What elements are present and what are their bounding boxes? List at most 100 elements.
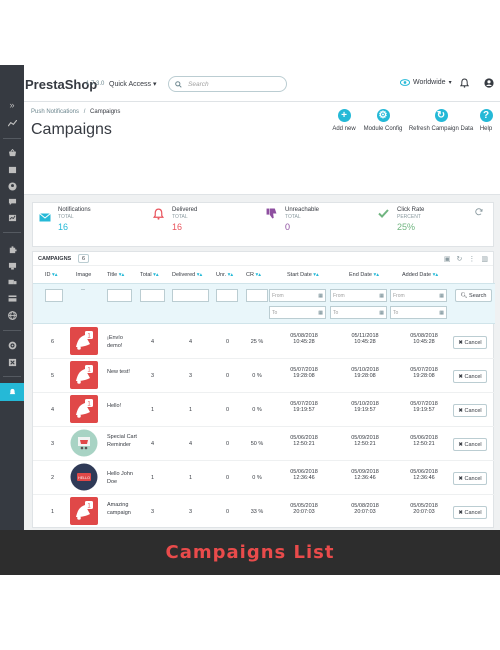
collapse-menu-icon[interactable]: » bbox=[0, 97, 24, 113]
campaign-image: HELLO bbox=[70, 463, 98, 491]
messages-icon[interactable] bbox=[0, 194, 24, 210]
end-time: 10:45:28 bbox=[354, 339, 376, 345]
cancel-button[interactable]: ✖ Cancel bbox=[453, 438, 487, 451]
table-row[interactable]: 1 1 Amazing campaign 3 3 0 33 % 05/05/2018 20:07… bbox=[33, 495, 495, 529]
column-header-title[interactable]: Title ▾▴ bbox=[107, 272, 124, 278]
table-row[interactable]: 2 HELLO Hello John Doe 1 1 0 0 % 05/06/2018 12:3… bbox=[33, 461, 495, 495]
modules-icon[interactable] bbox=[0, 241, 24, 257]
calendar-icon[interactable]: ▦ bbox=[439, 307, 444, 319]
start-time: 19:28:08 bbox=[293, 373, 315, 379]
shop-selector[interactable]: Worldwide ▾ bbox=[400, 79, 452, 86]
search-input[interactable]: Search bbox=[168, 76, 287, 92]
kpi-value: 0 bbox=[285, 222, 291, 232]
cell-title[interactable]: Hello! bbox=[107, 403, 137, 411]
calendar-icon[interactable]: ▦ bbox=[318, 307, 323, 319]
calendar-icon[interactable]: ▦ bbox=[379, 307, 384, 319]
filter-delivered-input[interactable] bbox=[172, 289, 209, 302]
top-bar: PrestaShop 1.7.3.0 Quick Access ▾ Search… bbox=[0, 65, 500, 102]
calendar-icon[interactable]: ▦ bbox=[379, 290, 384, 302]
cell-title[interactable]: Hello John Doe bbox=[107, 471, 137, 486]
international-icon[interactable] bbox=[0, 307, 24, 323]
cancel-button[interactable]: ✖ Cancel bbox=[453, 506, 487, 519]
filter-id-input[interactable] bbox=[45, 289, 63, 302]
cancel-button[interactable]: ✖ Cancel bbox=[453, 472, 487, 485]
sort-arrows-icon: ▾▴ bbox=[196, 272, 203, 278]
module-config-label: Module Config bbox=[363, 126, 403, 132]
breadcrumb-parent[interactable]: Push Notifications bbox=[31, 109, 79, 115]
breadcrumb-current: Campaigns bbox=[90, 109, 121, 115]
end-time: 12:36:46 bbox=[354, 475, 376, 481]
cancel-label: Cancel bbox=[464, 340, 482, 346]
design-icon[interactable] bbox=[0, 258, 24, 274]
filter-start-to-input[interactable]: To ▦ bbox=[269, 306, 326, 319]
advanced-parameters-icon[interactable] bbox=[0, 354, 24, 370]
column-header-id[interactable]: ID ▾▴ bbox=[45, 272, 58, 278]
kpi-label: Unreachable bbox=[285, 207, 320, 213]
cell-unreachable: 0 bbox=[226, 475, 230, 481]
filter-start-from-input[interactable]: From ▦ bbox=[269, 289, 326, 302]
table-row[interactable]: 6 1 ¡Envío demo! 4 4 0 25 % 05/08/2018 10:45:28 0… bbox=[33, 325, 495, 359]
search-button[interactable]: 🔍︎ Search bbox=[455, 289, 492, 302]
filter-title-input[interactable] bbox=[107, 289, 132, 302]
calendar-icon[interactable]: ▦ bbox=[318, 290, 323, 302]
filter-added-from-input[interactable]: From ▦ bbox=[390, 289, 447, 302]
orders-icon[interactable] bbox=[0, 145, 24, 161]
refresh-campaign-data-button[interactable]: ↻ Refresh Campaign Data bbox=[408, 109, 474, 132]
column-label: Total bbox=[140, 272, 152, 278]
column-header-added-date[interactable]: Added Date ▾▴ bbox=[402, 272, 438, 278]
help-label: Help bbox=[479, 126, 493, 132]
user-account-icon[interactable] bbox=[484, 78, 494, 88]
trash-icon[interactable]: ▥ bbox=[481, 255, 488, 263]
campaign-count-badge: 6 bbox=[78, 254, 89, 263]
payment-icon[interactable] bbox=[0, 290, 24, 306]
help-button[interactable]: ? Help bbox=[477, 109, 495, 132]
added-time: 10:45:28 bbox=[413, 339, 435, 345]
column-header-unreachable[interactable]: Unr. ▾▴ bbox=[216, 272, 233, 278]
bell-icon[interactable] bbox=[460, 78, 469, 88]
filter-added-to-input[interactable]: To ▦ bbox=[390, 306, 447, 319]
table-row[interactable]: 5 1 New test! 3 3 0 0 % 05/07/2018 19:28:08 05/10… bbox=[33, 359, 495, 393]
cancel-button[interactable]: ✖ Cancel bbox=[453, 370, 487, 383]
kpi-label: Notifications bbox=[58, 207, 91, 213]
cancel-button[interactable]: ✖ Cancel bbox=[453, 404, 487, 417]
shipping-icon[interactable] bbox=[0, 274, 24, 290]
start-time: 10:45:28 bbox=[293, 339, 315, 345]
cancel-button[interactable]: ✖ Cancel bbox=[453, 336, 487, 349]
push-notifications-icon[interactable] bbox=[0, 383, 24, 401]
refresh-list-icon[interactable]: ↻ bbox=[457, 255, 463, 263]
column-header-total[interactable]: Total ▾▴ bbox=[140, 272, 159, 278]
table-row[interactable]: 3 Special Cart Reminder 4 4 0 50 % 05/06/2018 1… bbox=[33, 427, 495, 461]
dashboard-icon[interactable] bbox=[0, 115, 24, 131]
filter-cr-input[interactable] bbox=[246, 289, 268, 302]
filter-unreachable-input[interactable] bbox=[216, 289, 238, 302]
quick-access-menu[interactable]: Quick Access ▾ bbox=[109, 80, 156, 88]
column-header-cr[interactable]: CR ▾▴ bbox=[246, 272, 261, 278]
calendar-icon[interactable]: ▦ bbox=[439, 290, 444, 302]
add-new-button[interactable]: + Add new bbox=[329, 109, 359, 132]
sql-query-icon[interactable]: ⋮ bbox=[468, 255, 475, 263]
cell-end-date: 05/10/2018 19:28:08 bbox=[342, 367, 388, 379]
cell-title[interactable]: ¡Envío demo! bbox=[107, 335, 137, 350]
cell-added-date: 05/06/2018 12:36:46 bbox=[401, 469, 447, 481]
filter-end-from-input[interactable]: From ▦ bbox=[330, 289, 387, 302]
cell-cr: 25 % bbox=[250, 339, 264, 345]
stats-icon[interactable] bbox=[0, 210, 24, 226]
cell-delivered: 3 bbox=[189, 509, 193, 515]
column-header-start-date[interactable]: Start Date ▾▴ bbox=[287, 272, 319, 278]
refresh-kpi-icon[interactable] bbox=[475, 208, 483, 216]
cell-cr: 33 % bbox=[250, 509, 264, 515]
column-header-end-date[interactable]: End Date ▾▴ bbox=[349, 272, 379, 278]
catalog-icon[interactable] bbox=[0, 162, 24, 178]
column-header-delivered[interactable]: Delivered ▾▴ bbox=[172, 272, 202, 278]
customers-icon[interactable] bbox=[0, 178, 24, 194]
filter-end-to-input[interactable]: To ▦ bbox=[330, 306, 387, 319]
page-title: Campaigns bbox=[31, 121, 112, 138]
cell-title[interactable]: New test! bbox=[107, 369, 137, 377]
cell-title[interactable]: Special Cart Reminder bbox=[107, 434, 137, 449]
settings-icon[interactable] bbox=[0, 337, 24, 353]
table-row[interactable]: 4 1 Hello! 1 1 0 0 % 05/07/2018 19:19:57 05/10/20… bbox=[33, 393, 495, 427]
cell-title[interactable]: Amazing campaign bbox=[107, 502, 137, 517]
module-config-button[interactable]: ⚙ Module Config bbox=[362, 109, 404, 132]
filter-total-input[interactable] bbox=[140, 289, 165, 302]
export-icon[interactable]: ▣ bbox=[444, 255, 451, 263]
